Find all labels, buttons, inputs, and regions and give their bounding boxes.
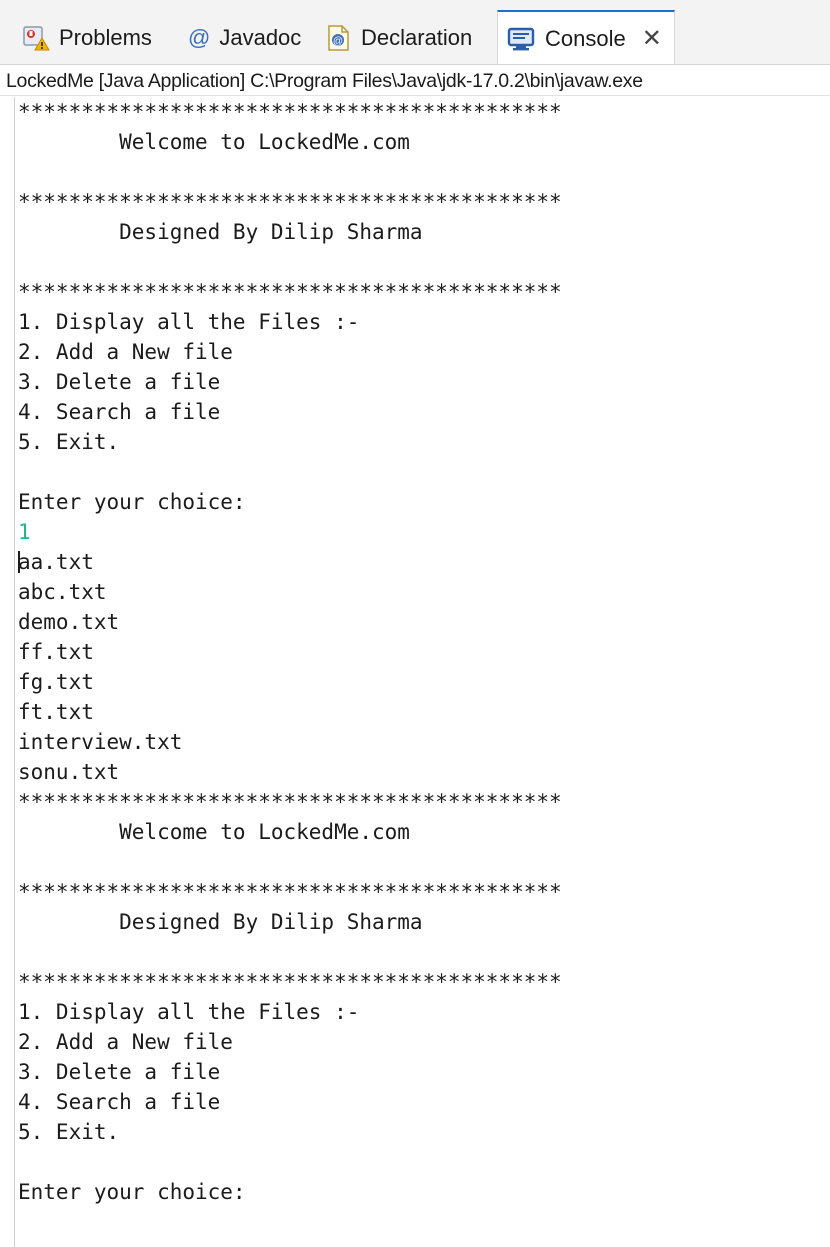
console-line-text: ****************************************… (18, 790, 562, 814)
console-icon (506, 25, 536, 53)
console-line-text: demo.txt (18, 610, 120, 634)
console-line: sonu.txt (14, 757, 828, 787)
tab-label: Declaration (361, 25, 473, 50)
console-line-text: ****************************************… (18, 190, 562, 214)
console-line: 3. Delete a file (14, 1057, 828, 1087)
console-line: 1. Display all the Files :- (14, 997, 828, 1027)
console-line: ****************************************… (14, 967, 828, 997)
console-line: Welcome to LockedMe.com (14, 127, 828, 157)
console-line: 4. Search a file (14, 397, 828, 427)
console-line: 2. Add a New file (14, 1027, 828, 1057)
console-line-text: ft.txt (18, 700, 94, 724)
tab-declaration[interactable]: @ Declaration (326, 12, 472, 64)
tab-label: Console (545, 26, 626, 51)
console-line-text: fg.txt (18, 670, 94, 694)
console-line: 5. Exit. (14, 427, 828, 457)
at-icon: @ (188, 25, 211, 50)
console-line-text: ****************************************… (18, 880, 562, 904)
console-line: ff.txt (14, 637, 828, 667)
console-line-text: sonu.txt (18, 760, 120, 784)
console-line: 3. Delete a file (14, 367, 828, 397)
console-line: ft.txt (14, 697, 828, 727)
console-line-text: 1. Display all the Files :- (18, 310, 360, 334)
console-line-text: 4. Search a file (18, 1090, 221, 1114)
console-line: ****************************************… (14, 877, 828, 907)
console-line-text: 5. Exit. (18, 430, 120, 454)
console-line: Designed By Dilip Sharma (14, 907, 828, 937)
console-line-text: 1 (18, 520, 31, 544)
console-line-text: 5. Exit. (18, 1120, 120, 1144)
console-line: Welcome to LockedMe.com (14, 817, 828, 847)
console-line-text: ****************************************… (18, 970, 562, 994)
console-line-text: ****************************************… (18, 100, 562, 124)
console-line-text: Designed By Dilip Sharma (18, 910, 423, 934)
console-line-text: Enter your choice: (18, 490, 246, 514)
console-line: 5. Exit. (14, 1117, 828, 1147)
console-line-text: ****************************************… (18, 280, 562, 304)
view-tab-bar: Problems @ Javadoc @ Declaration Console… (0, 0, 830, 66)
console-line-text: abc.txt (18, 580, 107, 604)
console-line-text: ff.txt (18, 640, 94, 664)
console-line: ****************************************… (14, 277, 828, 307)
console-line: demo.txt (14, 607, 828, 637)
problems-icon (22, 24, 50, 52)
console-line-text: 2. Add a New file (18, 340, 233, 364)
console-line: Enter your choice: (14, 1177, 828, 1207)
console-line-text: 4. Search a file (18, 400, 221, 424)
console-line-text: 3. Delete a file (18, 370, 221, 394)
tab-javadoc[interactable]: @ Javadoc (188, 12, 301, 64)
console-line: Designed By Dilip Sharma (14, 217, 828, 247)
console-line: 4. Search a file (14, 1087, 828, 1117)
console-line-text: 2. Add a New file (18, 1030, 233, 1054)
console-line: ****************************************… (14, 187, 828, 217)
svg-text:@: @ (333, 36, 343, 47)
console-line: Enter your choice: (14, 487, 828, 517)
launch-configuration-label: LockedMe [Java Application] C:\Program F… (0, 64, 830, 96)
console-line: 2. Add a New file (14, 337, 828, 367)
tab-label: Problems (59, 25, 152, 50)
console-line-text: Welcome to LockedMe.com (18, 820, 410, 844)
tab-problems[interactable]: Problems (22, 12, 152, 64)
console-line: interview.txt (14, 727, 828, 757)
console-input-line: 1 (14, 517, 828, 547)
tab-label: Javadoc (219, 25, 302, 50)
console-line-text: 1. Display all the Files :- (18, 1000, 360, 1024)
console-output[interactable]: ****************************************… (14, 97, 828, 1247)
console-line-text: 3. Delete a file (18, 1060, 221, 1084)
console-line-text: Welcome to LockedMe.com (18, 130, 410, 154)
console-line: aa.txt (14, 547, 828, 577)
console-line: ****************************************… (14, 787, 828, 817)
console-line-text: Designed By Dilip Sharma (18, 220, 423, 244)
console-line: 1. Display all the Files :- (14, 307, 828, 337)
console-line: ****************************************… (14, 97, 828, 127)
console-line-text: interview.txt (18, 730, 183, 754)
console-line-text: Enter your choice: (18, 1180, 246, 1204)
console-line: fg.txt (14, 667, 828, 697)
console-line: abc.txt (14, 577, 828, 607)
declaration-icon: @ (326, 24, 352, 52)
close-icon[interactable]: ✕ (642, 27, 662, 51)
tab-console[interactable]: Console ✕ (497, 10, 675, 66)
console-line-text: aa.txt (18, 550, 94, 574)
